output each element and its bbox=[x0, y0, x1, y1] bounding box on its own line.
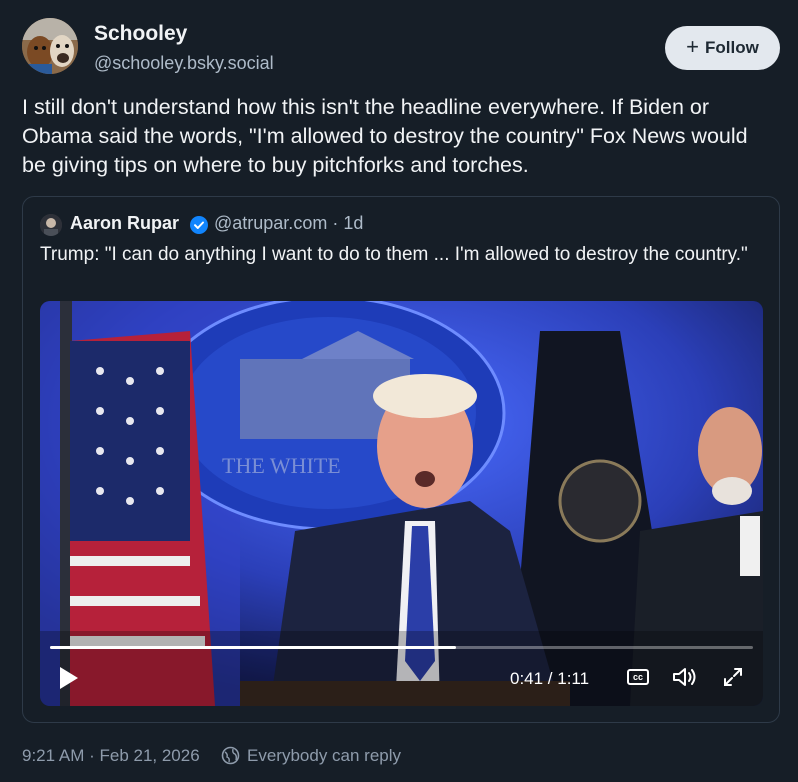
globe-reply-icon bbox=[221, 746, 240, 765]
quoted-post[interactable]: Aaron Rupar @atrupar.com · 1d Trump: "I … bbox=[22, 196, 780, 723]
dogs-avatar-icon bbox=[22, 18, 78, 74]
captions-icon: cc bbox=[632, 672, 643, 682]
post-text: I still don't understand how this isn't … bbox=[22, 95, 748, 177]
reply-setting[interactable]: Everybody can reply bbox=[247, 746, 401, 766]
author-display-name[interactable]: Schooley bbox=[94, 22, 187, 46]
video-player[interactable]: THE WHITE 0:41 / 1:11 cc bbox=[40, 301, 763, 706]
video-progress-fill bbox=[50, 646, 456, 649]
quoted-post-meta: @atrupar.com · 1d bbox=[214, 213, 364, 233]
fullscreen-icon[interactable] bbox=[722, 666, 744, 688]
author-handle[interactable]: @schooley.bsky.social bbox=[94, 53, 274, 74]
post-card: Schooley @schooley.bsky.social + Follow … bbox=[0, 0, 798, 782]
quoted-author-avatar[interactable] bbox=[40, 214, 62, 236]
follow-button[interactable]: + Follow bbox=[665, 26, 780, 70]
quoted-author-name[interactable]: Aaron Rupar bbox=[70, 213, 179, 234]
video-progress-bar[interactable] bbox=[50, 646, 753, 649]
captions-button[interactable]: cc bbox=[627, 669, 649, 685]
post-timestamp[interactable]: 9:21 AM · Feb 21, 2026 bbox=[22, 746, 200, 766]
quoted-post-text: Trump: "I can do anything I want to do t… bbox=[40, 244, 748, 265]
podium-seal-text: THE WHITE bbox=[222, 453, 341, 478]
person-avatar-icon bbox=[40, 214, 62, 236]
follow-button-label: Follow bbox=[705, 38, 759, 57]
plus-icon: + bbox=[686, 34, 700, 59]
volume-icon[interactable] bbox=[672, 666, 698, 688]
verified-badge-icon bbox=[190, 216, 208, 234]
author-avatar[interactable] bbox=[22, 18, 78, 74]
play-icon[interactable] bbox=[58, 665, 80, 691]
video-time-display: 0:41 / 1:11 bbox=[510, 669, 590, 688]
